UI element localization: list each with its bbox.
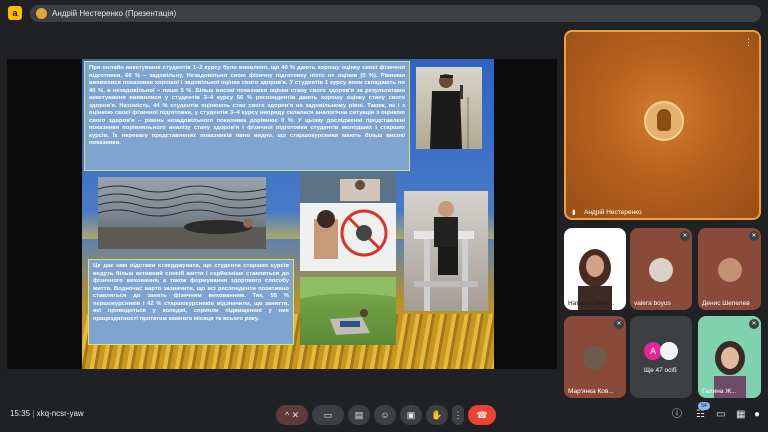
- participant-avatar: [660, 342, 678, 360]
- presenter-tile[interactable]: ⋮ ▮ Андрій Нестеренко: [564, 30, 761, 220]
- participant-tile[interactable]: ✕ valera boyus: [630, 228, 692, 310]
- more-vert-icon: ⋮: [453, 410, 463, 420]
- more-options-icon[interactable]: ⋮: [744, 38, 753, 47]
- presenter-avatar: [644, 101, 684, 141]
- app-logo-icon: a: [8, 6, 22, 20]
- presenter-icon: ▮: [572, 209, 576, 216]
- man-with-microphone-photo: [416, 67, 482, 149]
- emoji-icon: ☺: [380, 410, 390, 420]
- meeting-info: 15:35 | xkq-ncsr-yaw: [10, 409, 84, 418]
- mic-off-icon: ✕: [680, 231, 690, 241]
- raise-hand-icon: ✋: [431, 410, 443, 420]
- presentation-title: Андрій Нестеренко (Презентація): [52, 9, 177, 18]
- participant-name: Денис Шепелев: [702, 300, 750, 307]
- meeting-code: xkq-ncsr-yaw: [36, 409, 84, 418]
- presentation-tab[interactable]: Андрій Нестеренко (Презентація): [30, 5, 761, 22]
- camera-toggle-button[interactable]: ▭: [312, 405, 344, 425]
- slide: При онлайн анкетуванні студентів 1–2 кур…: [82, 59, 494, 369]
- mic-off-icon: ✕: [291, 410, 300, 420]
- participant-avatar: [718, 258, 742, 282]
- more-options-button[interactable]: ⋮: [452, 405, 464, 425]
- activities-icon[interactable]: ▦: [736, 407, 745, 423]
- participant-name: valera boyus: [634, 300, 671, 307]
- participant-name: Наталія Вінок...: [568, 300, 615, 307]
- presenter-avatar-icon: [36, 8, 47, 19]
- presenter-name: Андрій Нестеренко: [584, 209, 642, 216]
- collage-photo: [300, 173, 396, 271]
- separator: |: [32, 409, 35, 418]
- participant-avatar: [583, 346, 607, 370]
- present-screen-icon: ▣: [406, 410, 416, 420]
- emoji-button[interactable]: ☺: [374, 405, 396, 425]
- participant-tile[interactable]: ✕ Мар'янка Ков...: [564, 316, 626, 398]
- presentation-stage: При онлайн анкетуванні студентів 1–2 кур…: [7, 59, 557, 369]
- raise-hand-button[interactable]: ✋: [426, 405, 448, 425]
- participant-tile[interactable]: Наталія Вінок...: [564, 228, 626, 310]
- mic-off-icon: ✕: [749, 231, 759, 241]
- current-time: 15:35: [10, 409, 31, 418]
- more-participants-label: Ще 47 осіб: [644, 367, 677, 374]
- crawling-person-photo: [300, 277, 396, 345]
- bottom-control-bar: 15:35 | xkq-ncsr-yaw ^ ✕ ▭ ▤ ☺ ▣ ✋ ⋮ ☎ ⓘ…: [0, 398, 768, 432]
- top-bar: a Андрій Нестеренко (Презентація): [0, 0, 768, 28]
- meeting-details-icon[interactable]: ⓘ: [672, 407, 682, 423]
- participant-tile[interactable]: ✕ Денис Шепелев: [698, 228, 761, 310]
- participant-name: Галина Ж...: [702, 388, 737, 395]
- mic-icon[interactable]: ●: [754, 407, 760, 423]
- hangup-icon: ☎: [476, 410, 488, 420]
- participant-count-badge: 54: [698, 402, 710, 410]
- participant-tile[interactable]: ✕ Галина Ж...: [698, 316, 761, 398]
- mic-toggle-button[interactable]: ^ ✕: [276, 405, 308, 425]
- more-participants-tile[interactable]: A Ще 47 осіб: [630, 316, 692, 398]
- captions-button[interactable]: ▤: [348, 405, 370, 425]
- present-screen-button[interactable]: ▣: [400, 405, 422, 425]
- participant-video: [578, 249, 612, 310]
- chat-icon[interactable]: ▭: [716, 407, 725, 423]
- captions-icon: ▤: [354, 410, 364, 420]
- participant-name: Мар'янка Ков...: [568, 388, 614, 395]
- buddha-figure-icon: [657, 109, 671, 131]
- barbed-wire-photo: [98, 177, 266, 249]
- camera-icon: ▭: [323, 410, 333, 420]
- slide-text-block-2: Це дає нам підстави стверджувати, що сту…: [88, 259, 294, 345]
- mic-off-icon: ✕: [749, 319, 759, 329]
- gym-exercise-photo: [404, 191, 488, 311]
- leave-call-button[interactable]: ☎: [468, 405, 496, 425]
- mic-off-icon: ✕: [614, 319, 624, 329]
- slide-text-block-1: При онлайн анкетуванні студентів 1–2 кур…: [84, 61, 410, 171]
- participant-avatar: [649, 258, 673, 282]
- chevron-up-icon: ^: [284, 410, 290, 420]
